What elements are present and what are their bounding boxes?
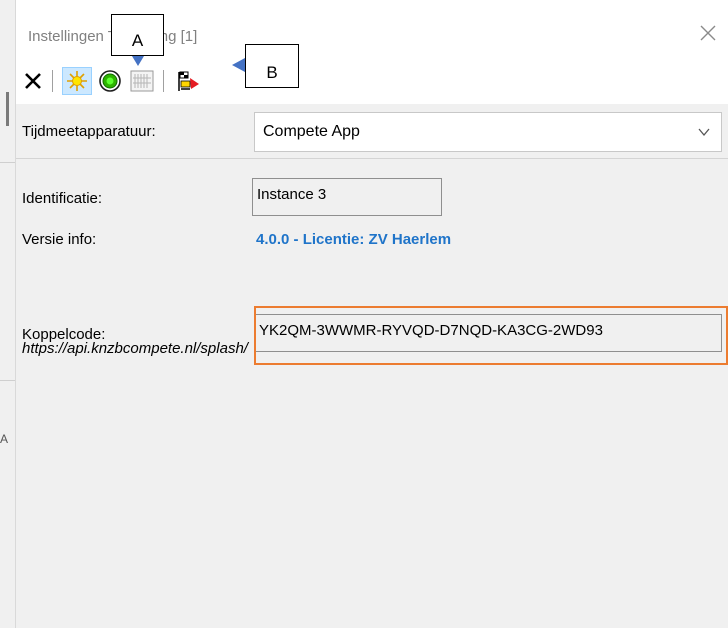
- pointer-a-icon: [132, 56, 144, 66]
- callout-b: B: [245, 44, 299, 88]
- annotation-pointers: [132, 56, 245, 72]
- callout-a: A: [111, 14, 164, 56]
- pointer-b-icon: [232, 58, 245, 72]
